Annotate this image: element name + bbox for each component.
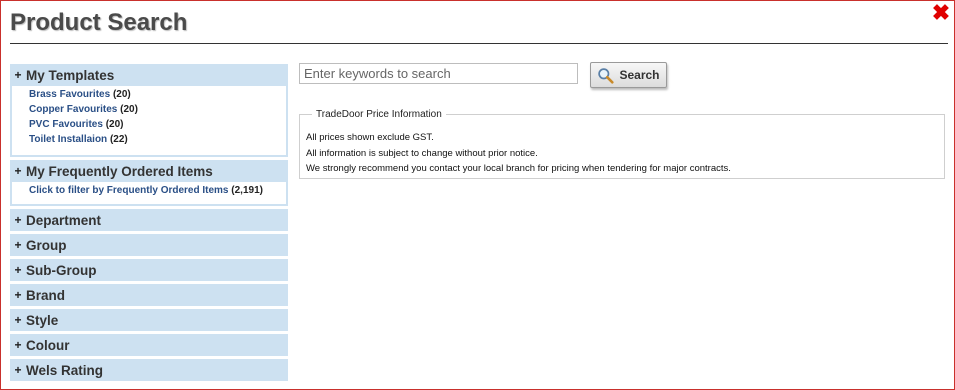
frequent-items-filter-link[interactable]: Click to filter by Frequently Ordered It… <box>29 185 229 196</box>
expand-plus-icon: + <box>14 68 22 82</box>
title-divider <box>10 43 948 44</box>
facet-header-wels-rating[interactable]: + Wels Rating <box>10 359 288 381</box>
search-button-label: Search <box>619 68 660 82</box>
item-count: (20) <box>105 119 124 130</box>
price-info-line: All prices shown exclude GST. <box>306 132 434 143</box>
facet-header-group[interactable]: + Group <box>10 234 288 256</box>
facet-colour: + Colour <box>10 334 288 356</box>
expand-plus-icon: + <box>14 338 22 352</box>
list-item: PVC Favourites (20) <box>29 117 286 132</box>
template-link-copper-favourites[interactable]: Copper Favourites <box>29 104 117 115</box>
item-count: (2,191) <box>231 185 263 196</box>
facet-header-frequently-ordered[interactable]: + My Frequently Ordered Items <box>10 160 288 182</box>
item-count: (20) <box>120 104 138 115</box>
close-icon[interactable]: ✖ <box>931 2 951 24</box>
expand-plus-icon: + <box>14 288 22 302</box>
facet-department: + Department <box>10 209 288 231</box>
list-item: Click to filter by Frequently Ordered It… <box>29 183 286 198</box>
facet-label: Group <box>26 237 67 253</box>
search-input[interactable] <box>299 63 578 84</box>
expand-plus-icon: + <box>14 363 22 377</box>
price-info-line: All information is subject to change wit… <box>306 147 538 159</box>
facet-brand: + Brand <box>10 284 288 306</box>
facet-label: Brand <box>26 287 66 303</box>
facet-label: Colour <box>26 337 70 353</box>
page-title: Product Search <box>10 9 188 36</box>
price-info-line: We strongly recommend you contact your l… <box>306 163 731 174</box>
price-info-panel: TradeDoor Price Information All prices s… <box>299 109 945 179</box>
facet-header-my-templates[interactable]: + My Templates <box>10 64 288 86</box>
facet-label: Department <box>26 212 102 228</box>
facet-label: Style <box>26 312 59 328</box>
facet-label: My Frequently Ordered Items <box>26 163 213 179</box>
item-count: (20) <box>112 89 131 100</box>
facet-body-my-templates: Brass Favourites (20) Copper Favourites … <box>10 86 288 157</box>
facet-label: Wels Rating <box>26 362 104 378</box>
template-link-pvc-favourites[interactable]: PVC Favourites <box>29 119 103 130</box>
facet-header-style[interactable]: + Style <box>10 309 288 331</box>
expand-plus-icon: + <box>14 164 22 178</box>
magnifier-icon <box>598 67 615 84</box>
facet-style: + Style <box>10 309 288 331</box>
facet-frequently-ordered: + My Frequently Ordered Items Click to f… <box>10 160 288 206</box>
facet-header-sub-group[interactable]: + Sub-Group <box>10 259 288 281</box>
facet-label: Sub-Group <box>26 262 97 278</box>
list-item: Brass Favourites (20) <box>29 87 286 102</box>
facet-header-brand[interactable]: + Brand <box>10 284 288 306</box>
template-link-toilet-installaion[interactable]: Toilet Installaion <box>29 134 107 145</box>
filter-sidebar: + My Templates Brass Favourites (20) Cop… <box>10 64 288 384</box>
facet-header-colour[interactable]: + Colour <box>10 334 288 356</box>
expand-plus-icon: + <box>14 213 22 227</box>
facet-label: My Templates <box>26 67 115 83</box>
list-item: Toilet Installaion (22) <box>29 132 286 147</box>
facet-body-frequently-ordered: Click to filter by Frequently Ordered It… <box>10 182 288 206</box>
facet-wels-rating: + Wels Rating <box>10 359 288 381</box>
list-item: Copper Favourites (20) <box>29 102 286 117</box>
template-link-brass-favourites[interactable]: Brass Favourites <box>29 89 110 100</box>
expand-plus-icon: + <box>14 263 22 277</box>
expand-plus-icon: + <box>14 238 22 252</box>
facet-header-department[interactable]: + Department <box>10 209 288 231</box>
facet-sub-group: + Sub-Group <box>10 259 288 281</box>
search-button[interactable]: Search <box>590 62 667 88</box>
item-count: (22) <box>109 134 128 145</box>
price-info-legend: TradeDoor Price Information <box>316 109 442 120</box>
expand-plus-icon: + <box>14 313 22 327</box>
facet-group: + Group <box>10 234 288 256</box>
facet-my-templates: + My Templates Brass Favourites (20) Cop… <box>10 64 288 157</box>
